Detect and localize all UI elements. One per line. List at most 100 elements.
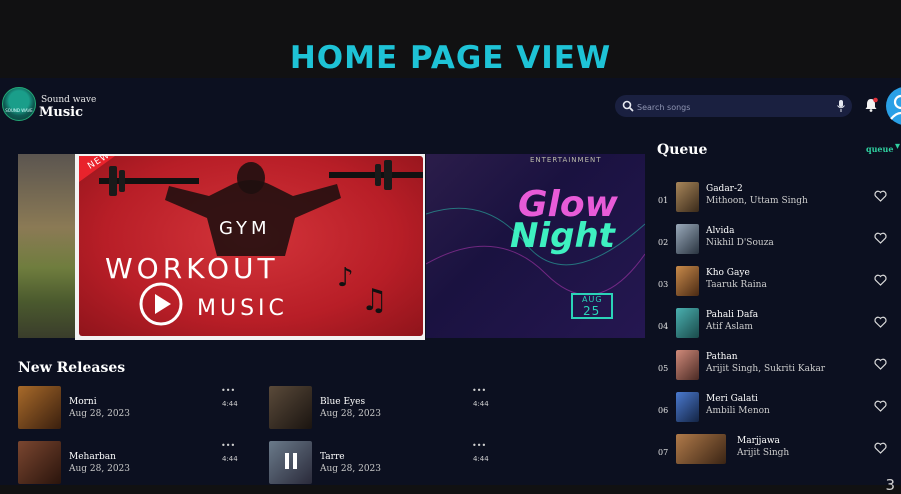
- more-options-icon[interactable]: •••: [221, 441, 235, 450]
- carousel-slide-landscape[interactable]: [18, 154, 77, 338]
- queue-number: 01: [658, 196, 669, 205]
- microphone-icon[interactable]: [836, 99, 846, 113]
- badge-month: AUG: [582, 295, 603, 304]
- release-name: Morni: [69, 397, 97, 407]
- queue-item[interactable]: 06 Meri Galati Ambili Menon: [656, 392, 901, 432]
- queue-song-artist: Taaruk Raina: [706, 280, 767, 290]
- queue-song-title: Alvida: [706, 226, 735, 236]
- banner-line-workout: WORKOUT: [105, 252, 279, 285]
- queue-song-title: Meri Galati: [706, 394, 758, 404]
- queue-item[interactable]: 03 Kho Gaye Taaruk Raina: [656, 266, 901, 306]
- banner-line-music: MUSIC: [197, 296, 288, 321]
- more-options-icon[interactable]: •••: [472, 441, 486, 450]
- release-duration: 4:44: [222, 455, 238, 463]
- heart-icon[interactable]: [874, 358, 887, 370]
- logo-text: SOUND WAVE: [5, 108, 33, 113]
- release-item[interactable]: Meharban Aug 28, 2023 ••• 4:44: [18, 441, 248, 485]
- release-name: Blue Eyes: [320, 397, 366, 407]
- queue-song-title: Marjjawa: [737, 436, 780, 446]
- queue-song-title: Pathan: [706, 352, 738, 362]
- queue-song-artist: Ambili Menon: [706, 406, 770, 416]
- app-logo[interactable]: SOUND WAVE: [2, 87, 36, 121]
- queue-item[interactable]: 04 Pahali Dafa Atif Aslam: [656, 308, 901, 348]
- queue-cover[interactable]: [676, 182, 699, 212]
- queue-song-title: Gadar-2: [706, 184, 743, 194]
- release-item[interactable]: Tarre Aug 28, 2023 ••• 4:44: [269, 441, 499, 485]
- queue-cover[interactable]: [676, 266, 699, 296]
- heart-icon[interactable]: [874, 316, 887, 328]
- queue-song-artist: Arijit Singh, Sukriti Kakar: [706, 364, 826, 374]
- release-duration: 4:44: [473, 400, 489, 408]
- release-cover[interactable]: [18, 386, 61, 429]
- queue-number: 06: [658, 406, 669, 415]
- slide-page-number: 3: [885, 476, 895, 494]
- banner-line-gym: GYM: [219, 218, 271, 239]
- chevron-down-icon[interactable]: ▾: [895, 141, 900, 152]
- release-name: Tarre: [320, 452, 345, 462]
- slide-title: HOME PAGE VIEW: [289, 40, 612, 76]
- bell-icon[interactable]: [864, 97, 878, 113]
- release-item[interactable]: Morni Aug 28, 2023 ••• 4:44: [18, 386, 248, 430]
- queue-number: 05: [658, 364, 669, 373]
- queue-cover[interactable]: [676, 350, 699, 380]
- carousel-slide-gym-workout[interactable]: ♪ ♫ NEW GYM WORKOUT MUSIC: [75, 154, 425, 340]
- queue-song-artist: Arijit Singh: [737, 448, 790, 458]
- banner-entertainment: ENTERTAINMENT: [530, 156, 602, 164]
- queue-song-artist: Mithoon, Uttam Singh: [706, 196, 808, 206]
- queue-cover[interactable]: [676, 308, 699, 338]
- release-item[interactable]: Blue Eyes Aug 28, 2023 ••• 4:44: [269, 386, 499, 430]
- queue-cover[interactable]: [676, 392, 699, 422]
- queue-number: 04: [658, 322, 669, 331]
- queue-item[interactable]: 01 Gadar-2 Mithoon, Uttam Singh: [656, 182, 901, 222]
- svg-text:♫: ♫: [361, 283, 388, 318]
- queue-item[interactable]: 02 Alvida Nikhil D'Souza: [656, 224, 901, 264]
- queue-cover[interactable]: [676, 224, 699, 254]
- queue-number: 02: [658, 238, 669, 247]
- queue-song-title: Kho Gaye: [706, 268, 750, 278]
- heart-icon[interactable]: [874, 232, 887, 244]
- queue-song-title: Pahali Dafa: [706, 310, 759, 320]
- queue-link[interactable]: queue: [866, 144, 893, 154]
- release-date: Aug 28, 2023: [320, 409, 381, 419]
- release-cover[interactable]: [269, 441, 312, 484]
- queue-song-artist: Atif Aslam: [706, 322, 753, 332]
- brand-subtitle: Sound wave: [41, 95, 97, 105]
- search-icon: [622, 100, 634, 112]
- brand-title: Music: [39, 105, 84, 120]
- user-icon: [890, 94, 901, 120]
- queue-song-artist: Nikhil D'Souza: [706, 238, 774, 248]
- banner-night: Night: [510, 216, 615, 256]
- queue-item[interactable]: 07 Marjjawa Arijit Singh: [656, 434, 901, 474]
- more-options-icon[interactable]: •••: [472, 386, 486, 395]
- avatar[interactable]: [886, 87, 901, 125]
- heart-icon[interactable]: [874, 442, 887, 454]
- top-bar: SOUND WAVE Sound wave Music: [0, 78, 901, 134]
- release-name: Meharban: [69, 452, 116, 462]
- gym-workout-banner: ♪ ♫ NEW GYM WORKOUT MUSIC: [79, 154, 423, 336]
- release-duration: 4:44: [473, 455, 489, 463]
- carousel-slide-glow-night[interactable]: ENTERTAINMENT Glow Night AUG 25: [426, 154, 645, 338]
- release-duration: 4:44: [222, 400, 238, 408]
- heart-icon[interactable]: [874, 400, 887, 412]
- release-date: Aug 28, 2023: [320, 464, 381, 474]
- heart-icon[interactable]: [874, 274, 887, 286]
- more-options-icon[interactable]: •••: [221, 386, 235, 395]
- featured-carousel[interactable]: ♪ ♫ NEW GYM WORKOUT MUSIC ENTERTAINMENT …: [18, 154, 645, 340]
- pause-icon[interactable]: [269, 441, 312, 484]
- release-cover[interactable]: [18, 441, 61, 484]
- queue-item[interactable]: 05 Pathan Arijit Singh, Sukriti Kakar: [656, 350, 901, 390]
- queue-number: 07: [658, 448, 669, 457]
- svg-text:♪: ♪: [337, 263, 354, 293]
- new-releases-title: New Releases: [18, 360, 126, 376]
- release-date: Aug 28, 2023: [69, 409, 130, 419]
- queue-cover[interactable]: [676, 434, 726, 464]
- app-window: SOUND WAVE Sound wave Music Search songs…: [0, 78, 901, 485]
- search-bar[interactable]: [615, 95, 852, 117]
- release-date: Aug 28, 2023: [69, 464, 130, 474]
- release-cover[interactable]: [269, 386, 312, 429]
- search-input[interactable]: [635, 98, 829, 116]
- badge-day: 25: [583, 304, 601, 318]
- queue-title: Queue: [657, 142, 708, 158]
- heart-icon[interactable]: [874, 190, 887, 202]
- queue-number: 03: [658, 280, 669, 289]
